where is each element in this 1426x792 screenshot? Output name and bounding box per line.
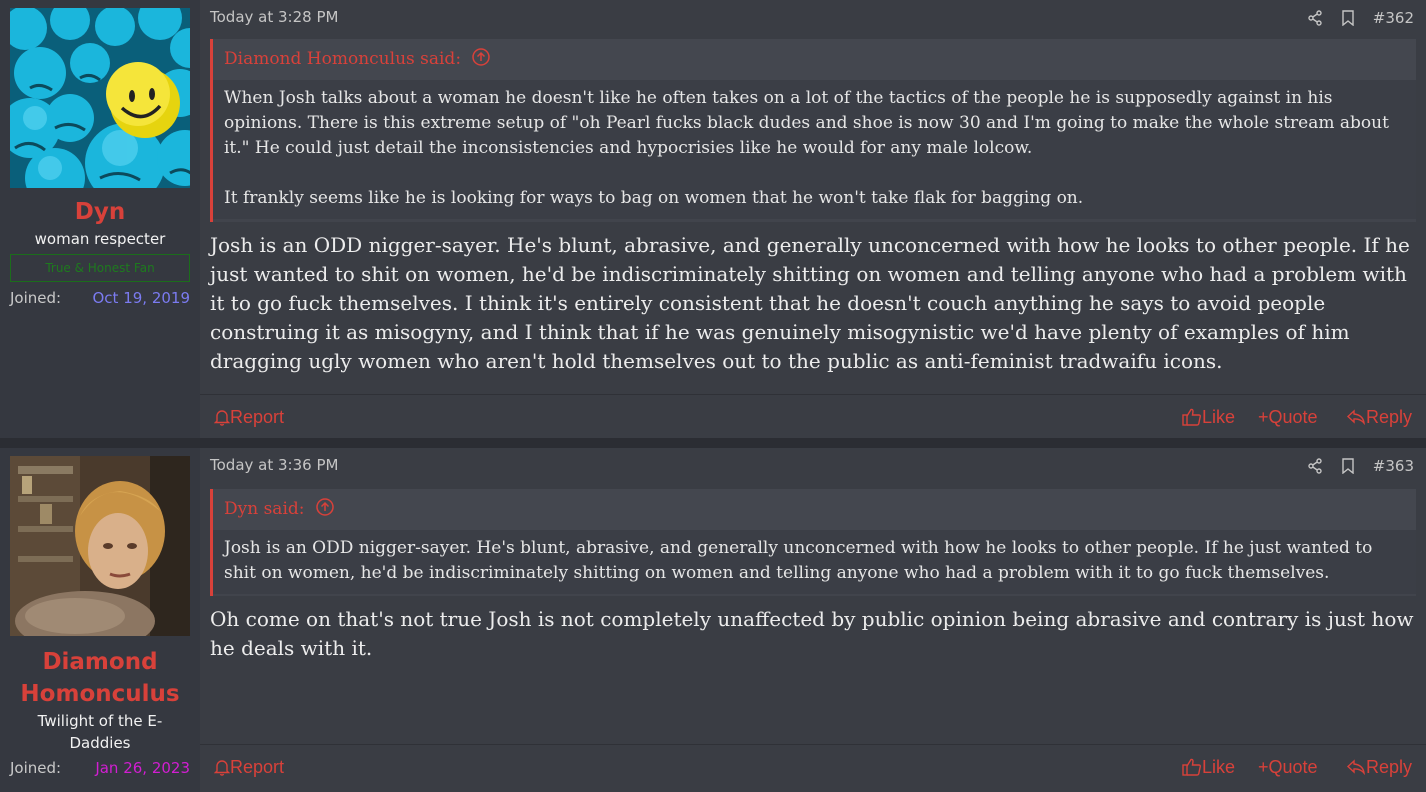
joined-label: Joined: bbox=[10, 289, 62, 307]
reply-arrow-icon bbox=[1346, 409, 1365, 425]
quote-author[interactable]: Dyn said: bbox=[224, 499, 305, 519]
plus-icon: + bbox=[1258, 407, 1269, 427]
like-button[interactable]: Like bbox=[1182, 395, 1235, 439]
reply-button[interactable]: Reply bbox=[1346, 745, 1412, 789]
thumbs-up-icon bbox=[1182, 758, 1201, 776]
post-body: Oh come on that's not true Josh is not c… bbox=[210, 607, 1414, 660]
username[interactable]: Dyn bbox=[0, 196, 200, 228]
bookmark-icon[interactable] bbox=[1341, 458, 1355, 474]
user-info-block: Diamond Homonculus Twilight of the E-Dad… bbox=[0, 448, 200, 792]
quote-block: Diamond Homonculus said: When Josh talks… bbox=[210, 39, 1416, 222]
joined-date: Oct 19, 2019 bbox=[92, 289, 191, 307]
quote-label: Quote bbox=[1268, 407, 1318, 427]
quote-header[interactable]: Dyn said: bbox=[213, 489, 1416, 530]
post-timestamp[interactable]: Today at 3:36 PM bbox=[210, 456, 338, 474]
quote-header[interactable]: Diamond Homonculus said: bbox=[213, 39, 1416, 80]
report-button[interactable]: Report bbox=[214, 745, 284, 789]
post-number[interactable]: #362 bbox=[1373, 9, 1414, 27]
like-button[interactable]: Like bbox=[1182, 745, 1235, 789]
quote-body: Josh is an ODD nigger-sayer. He's blunt,… bbox=[213, 530, 1416, 594]
user-title: woman respecter bbox=[34, 230, 166, 248]
user-title: Twilight of the E-Daddies bbox=[37, 712, 163, 752]
like-label: Like bbox=[1202, 407, 1236, 427]
avatar[interactable] bbox=[10, 456, 190, 636]
post-362: Dyn woman respecter True & Honest Fan Jo… bbox=[0, 0, 1426, 438]
post-tools: #362 bbox=[1307, 6, 1414, 30]
thumbs-up-icon bbox=[1182, 408, 1201, 426]
quote-button[interactable]: +Quote bbox=[1258, 745, 1318, 789]
post-footer: Report Like +Quote Reply bbox=[200, 744, 1426, 789]
quote-block: Dyn said: Josh is an ODD nigger-sayer. H… bbox=[210, 489, 1416, 596]
post-main: Today at 3:36 PM #363 Dyn said: Josh is … bbox=[200, 448, 1426, 792]
arrow-up-circle-icon[interactable] bbox=[472, 48, 491, 66]
joined-date: Jan 26, 2023 bbox=[95, 759, 190, 777]
post-number[interactable]: #363 bbox=[1373, 457, 1414, 475]
post-footer: Report Like +Quote Reply bbox=[200, 394, 1426, 439]
plus-icon: + bbox=[1258, 757, 1269, 777]
reply-label: Reply bbox=[1366, 407, 1413, 427]
quote-label: Quote bbox=[1268, 757, 1318, 777]
quote-button[interactable]: +Quote bbox=[1258, 395, 1318, 439]
smiley-balls-avatar-icon bbox=[10, 8, 190, 188]
user-banner: True & Honest Fan bbox=[10, 254, 190, 282]
avatar[interactable] bbox=[10, 8, 190, 188]
quote-paragraph: It frankly seems like he is looking for … bbox=[224, 188, 1084, 208]
woman-photo-avatar-icon bbox=[10, 456, 190, 636]
post-main: Today at 3:28 PM #362 Diamond Homonculus… bbox=[200, 0, 1426, 438]
reply-button[interactable]: Reply bbox=[1346, 395, 1412, 439]
post-timestamp[interactable]: Today at 3:28 PM bbox=[210, 8, 338, 26]
share-icon[interactable] bbox=[1307, 10, 1323, 26]
report-label: Report bbox=[230, 757, 285, 777]
quote-author[interactable]: Diamond Homonculus said: bbox=[224, 49, 461, 69]
quote-paragraph: When Josh talks about a woman he doesn't… bbox=[224, 88, 1389, 158]
bell-icon bbox=[214, 760, 230, 776]
post-body: Josh is an ODD nigger-sayer. He's blunt,… bbox=[210, 233, 1410, 373]
share-icon[interactable] bbox=[1307, 458, 1323, 474]
report-button[interactable]: Report bbox=[214, 395, 284, 439]
post-tools: #363 bbox=[1307, 454, 1414, 478]
username[interactable]: Diamond Homonculus bbox=[0, 646, 200, 710]
reply-label: Reply bbox=[1366, 757, 1413, 777]
quote-paragraph: Josh is an ODD nigger-sayer. He's blunt,… bbox=[224, 538, 1373, 583]
quote-body: When Josh talks about a woman he doesn't… bbox=[213, 80, 1416, 219]
reply-arrow-icon bbox=[1346, 759, 1365, 775]
user-info-block: Dyn woman respecter True & Honest Fan Jo… bbox=[0, 0, 200, 438]
post-363: Diamond Homonculus Twilight of the E-Dad… bbox=[0, 448, 1426, 792]
bookmark-icon[interactable] bbox=[1341, 10, 1355, 26]
report-label: Report bbox=[230, 407, 285, 427]
like-label: Like bbox=[1202, 757, 1236, 777]
joined-label: Joined: bbox=[10, 759, 62, 777]
arrow-up-circle-icon[interactable] bbox=[316, 498, 334, 516]
joined-row: Joined: Oct 19, 2019 bbox=[10, 287, 190, 309]
bell-icon bbox=[214, 410, 230, 426]
joined-row: Joined: Jan 26, 2023 bbox=[10, 757, 190, 779]
